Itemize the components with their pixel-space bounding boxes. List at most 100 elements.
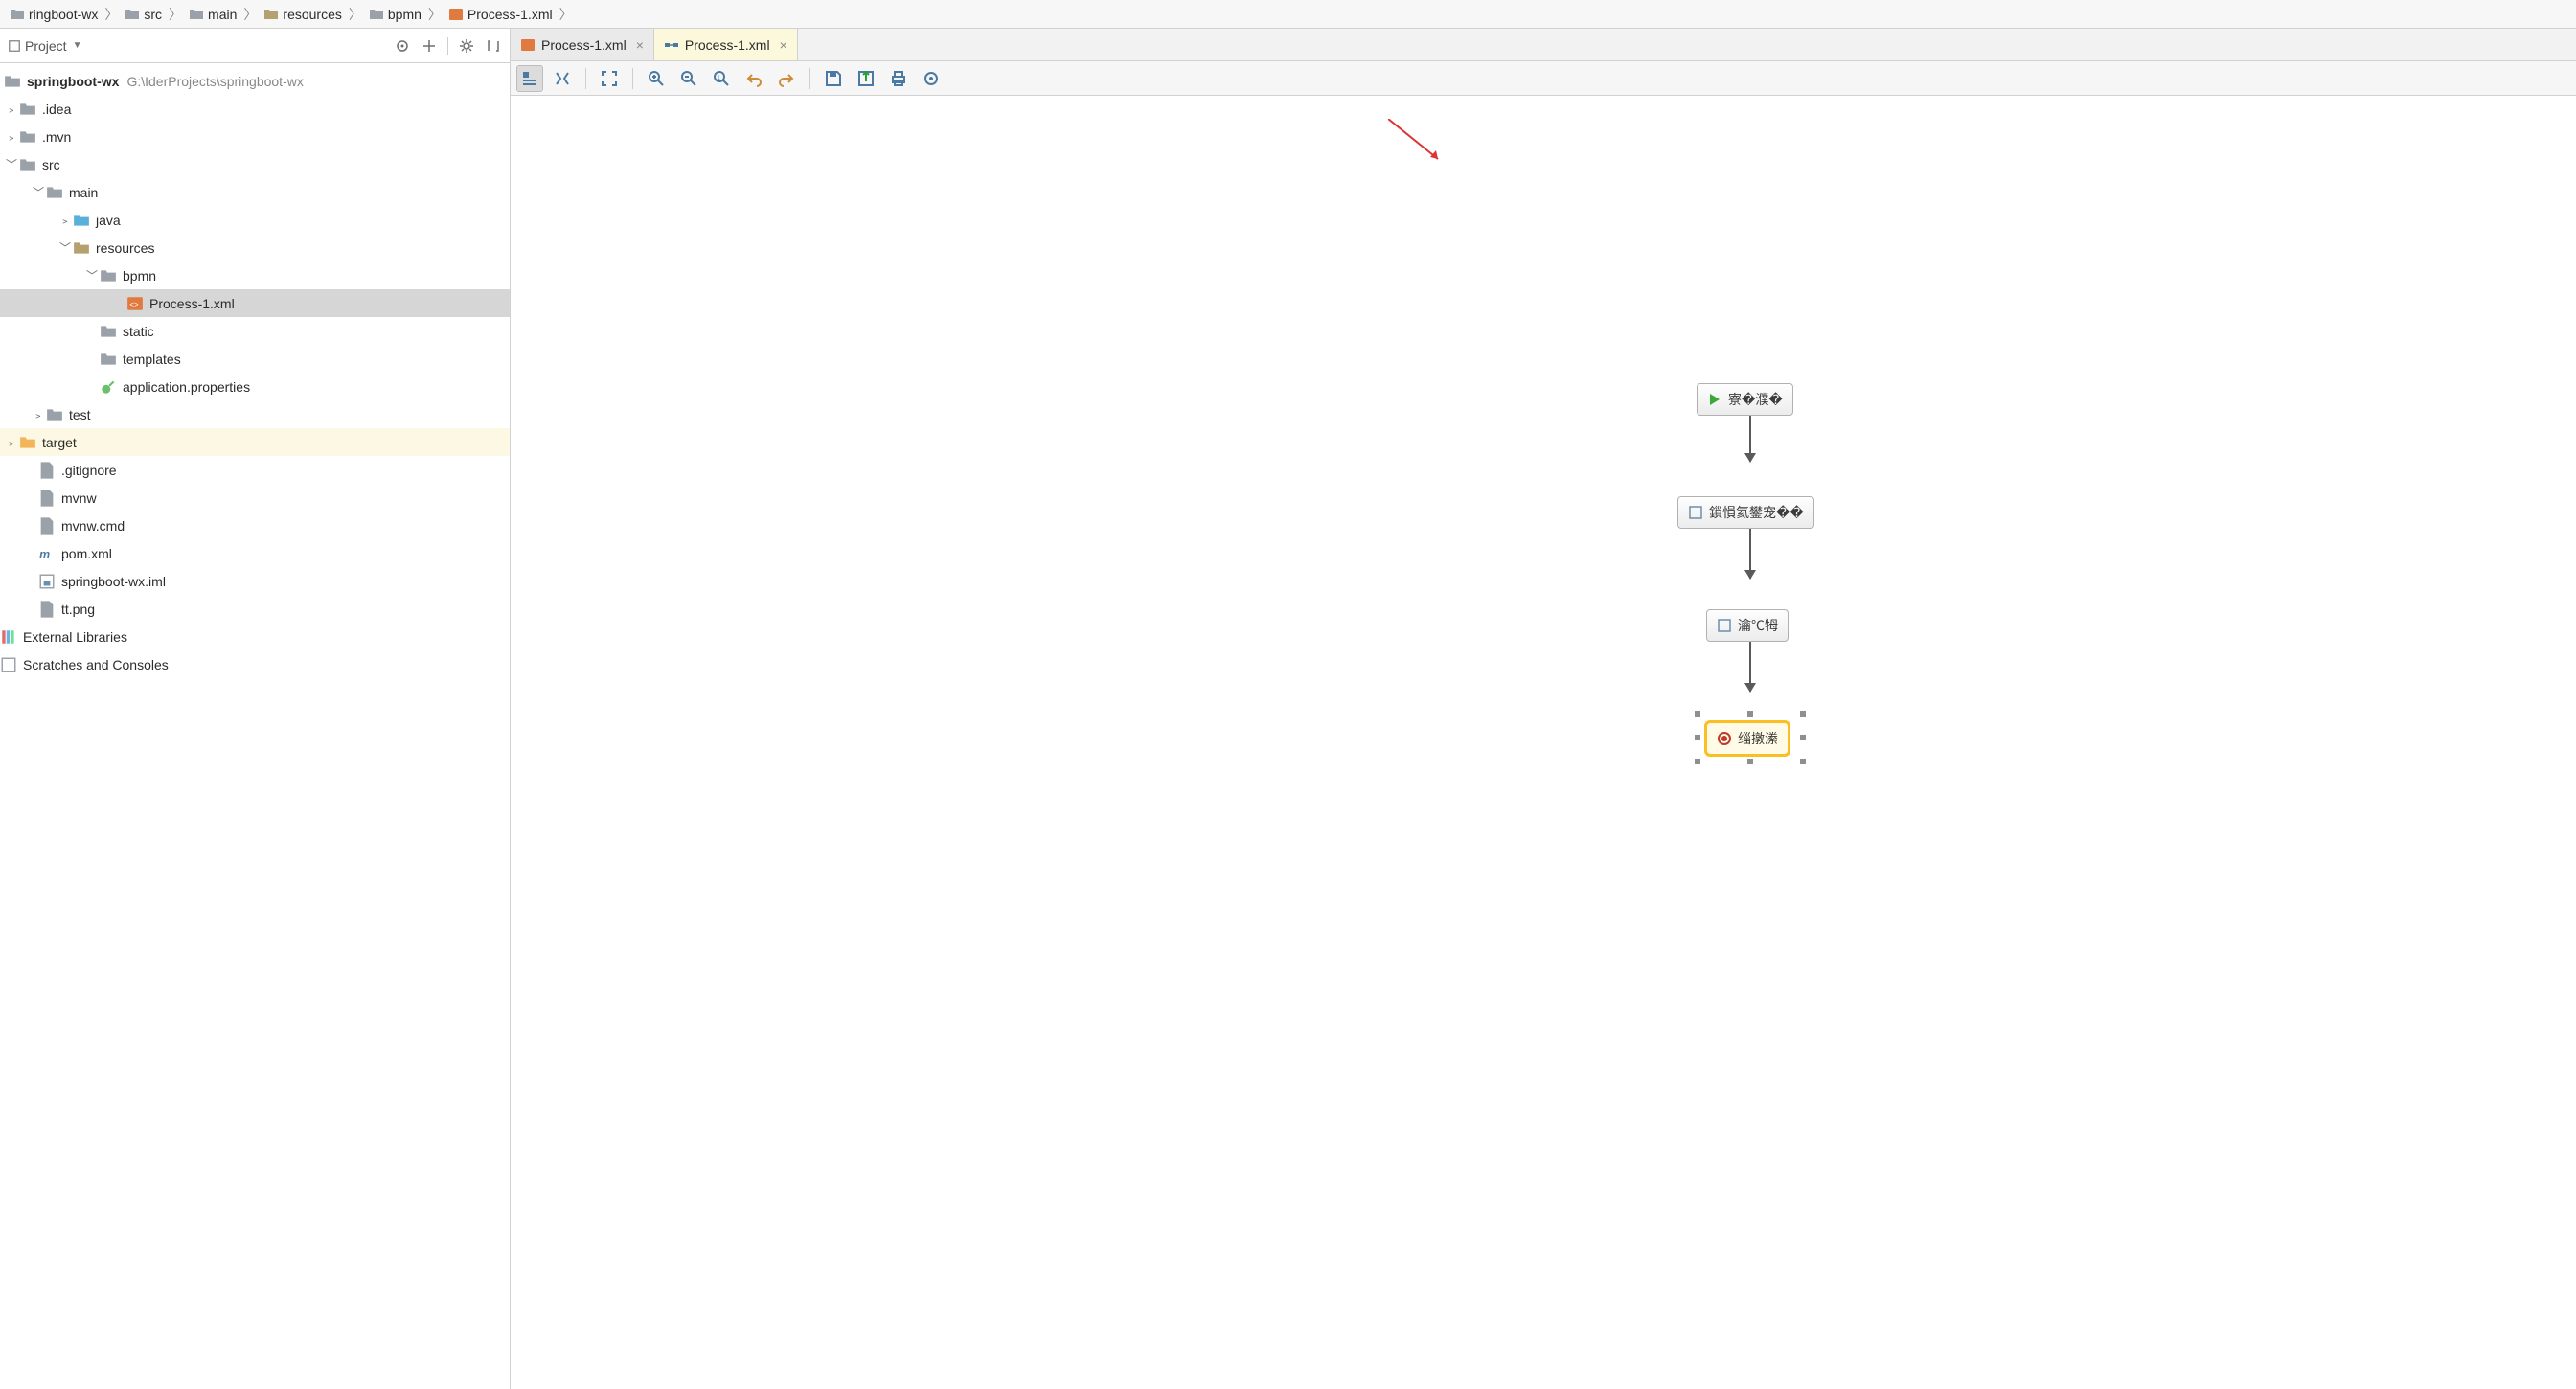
annotation-arrow xyxy=(1388,119,1446,167)
bpmn-end-event[interactable]: 缁撴潫 xyxy=(1706,722,1789,755)
bpmn-user-task[interactable]: 鎻愪氦鐢宠�� xyxy=(1677,496,1814,529)
external-label: External Libraries xyxy=(23,629,127,645)
tree-collapse-arrow[interactable]: ﹀ xyxy=(84,267,100,284)
separator xyxy=(447,37,448,55)
breadcrumb-item[interactable]: resources xyxy=(258,7,347,22)
tree-item-label: src xyxy=(42,157,60,172)
tab-process-xml-diagram[interactable]: Process-1.xml × xyxy=(654,29,798,60)
resize-handle[interactable] xyxy=(1695,735,1700,740)
undo-button[interactable] xyxy=(741,65,767,92)
tree-row[interactable]: ﹥test xyxy=(0,400,510,428)
tree-expand-arrow[interactable]: ﹥ xyxy=(4,101,19,117)
select-tool[interactable] xyxy=(516,65,543,92)
sidebar-title[interactable]: Project ▼ xyxy=(8,38,394,54)
tree-row[interactable]: ▸application.properties xyxy=(0,373,510,400)
tree-row[interactable]: ▸static xyxy=(0,317,510,345)
resize-handle[interactable] xyxy=(1800,711,1806,717)
tree-row[interactable]: ﹥ .idea xyxy=(0,95,510,123)
collapse-icon[interactable] xyxy=(485,37,502,55)
tree-row[interactable]: ▸mpom.xml xyxy=(0,539,510,567)
breadcrumb-item[interactable]: main xyxy=(183,7,242,22)
tree-expand-arrow[interactable]: ﹥ xyxy=(31,406,46,422)
svg-text:1: 1 xyxy=(717,75,720,81)
tree-row[interactable]: ▸<>Process-1.xml xyxy=(0,289,510,317)
diagram-toolbar: 1 xyxy=(511,61,2576,96)
tree-row[interactable]: ﹀ bpmn xyxy=(0,262,510,289)
bpmn-start-event[interactable]: 寮�濮� xyxy=(1697,383,1793,416)
tree-row[interactable]: ▸mvnw.cmd xyxy=(0,512,510,539)
tree-row[interactable]: ﹥ java xyxy=(0,206,510,234)
sequence-flow[interactable] xyxy=(1749,529,1751,579)
resize-handle[interactable] xyxy=(1695,711,1700,717)
tree-collapse-arrow[interactable]: ﹀ xyxy=(4,156,19,172)
gear-icon[interactable] xyxy=(458,37,475,55)
sequence-flow[interactable] xyxy=(1749,412,1751,462)
tree-row[interactable]: ▸.gitignore xyxy=(0,456,510,484)
tree-item-label: java xyxy=(96,213,121,228)
breadcrumb-item[interactable]: bpmn xyxy=(363,7,427,22)
chevron-right-icon: 〉 xyxy=(559,5,573,24)
editor-area: Process-1.xml × Process-1.xml × 1 xyxy=(511,29,2576,1389)
breadcrumb-label: src xyxy=(144,7,162,22)
expand-icon[interactable] xyxy=(421,37,438,55)
tree-expand-arrow[interactable]: ﹥ xyxy=(4,434,19,450)
breadcrumb-item[interactable]: src xyxy=(119,7,168,22)
export-button[interactable] xyxy=(853,65,879,92)
tree-row[interactable]: ▸springboot-wx.iml xyxy=(0,567,510,595)
external-libraries[interactable]: External Libraries xyxy=(0,623,510,650)
tree-item-label: mvnw.cmd xyxy=(61,518,125,534)
breadcrumb-label: resources xyxy=(283,7,341,22)
close-icon[interactable]: × xyxy=(636,37,644,53)
sequence-flow[interactable] xyxy=(1749,642,1751,692)
print-button[interactable] xyxy=(885,65,912,92)
tree-item-label: .gitignore xyxy=(61,463,117,478)
bpmn-user-task[interactable]: 瀹℃牳 xyxy=(1706,609,1789,642)
tree-item-label: resources xyxy=(96,240,154,256)
project-tree[interactable]: springboot-wx G:\IderProjects\springboot… xyxy=(0,63,510,1389)
resize-handle[interactable] xyxy=(1747,759,1753,764)
bpmn-canvas[interactable]: 寮�濮� 鎻愪氦鐢宠�� 瀹℃牳 缁撴潫 xyxy=(511,96,2576,1389)
tree-row[interactable]: ﹀ main xyxy=(0,178,510,206)
tree-expand-arrow[interactable]: ﹥ xyxy=(4,128,19,145)
tree-row[interactable]: ▸tt.png xyxy=(0,595,510,623)
breadcrumb-item[interactable]: Process-1.xml xyxy=(443,7,559,22)
breadcrumb: ringboot-wx 〉 src 〉 main 〉 resources 〉 b… xyxy=(0,0,2576,29)
tree-collapse-arrow[interactable]: ﹀ xyxy=(57,239,73,256)
separator xyxy=(809,68,810,89)
tree-row[interactable]: ▸templates xyxy=(0,345,510,373)
tree-item-label: .idea xyxy=(42,102,71,117)
tree-row[interactable]: ▸mvnw xyxy=(0,484,510,512)
tree-item-label: bpmn xyxy=(123,268,156,284)
zoom-out[interactable] xyxy=(675,65,702,92)
save-button[interactable] xyxy=(820,65,847,92)
close-icon[interactable]: × xyxy=(780,37,787,53)
svg-text:<>: <> xyxy=(129,300,139,308)
layout-tool[interactable] xyxy=(549,65,576,92)
tab-process-xml-source[interactable]: Process-1.xml × xyxy=(511,29,654,60)
breadcrumb-label: bpmn xyxy=(388,7,422,22)
resize-handle[interactable] xyxy=(1695,759,1700,764)
resize-handle[interactable] xyxy=(1800,735,1806,740)
fit-content[interactable] xyxy=(596,65,623,92)
tree-collapse-arrow[interactable]: ﹀ xyxy=(31,184,46,200)
locate-icon[interactable] xyxy=(394,37,411,55)
tree-row[interactable]: ﹥.mvn xyxy=(0,123,510,150)
zoom-in[interactable] xyxy=(643,65,670,92)
redo-button[interactable] xyxy=(773,65,800,92)
tree-row[interactable]: ﹥ target xyxy=(0,428,510,456)
node-label: 寮�濮� xyxy=(1728,390,1783,409)
breadcrumb-item[interactable]: ringboot-wx xyxy=(4,7,103,22)
tree-root[interactable]: springboot-wx G:\IderProjects\springboot… xyxy=(0,67,510,95)
scratches-consoles[interactable]: Scratches and Consoles xyxy=(0,650,510,678)
resize-handle[interactable] xyxy=(1747,711,1753,717)
tree-item-label: target xyxy=(42,435,77,450)
tab-label: Process-1.xml xyxy=(685,37,770,53)
preview-button[interactable] xyxy=(918,65,945,92)
tree-expand-arrow[interactable]: ﹥ xyxy=(57,212,73,228)
resize-handle[interactable] xyxy=(1800,759,1806,764)
tree-item-label: main xyxy=(69,185,98,200)
tree-row[interactable]: ﹀ src xyxy=(0,150,510,178)
breadcrumb-label: main xyxy=(208,7,237,22)
tree-row[interactable]: ﹀ resources xyxy=(0,234,510,262)
zoom-actual[interactable]: 1 xyxy=(708,65,735,92)
